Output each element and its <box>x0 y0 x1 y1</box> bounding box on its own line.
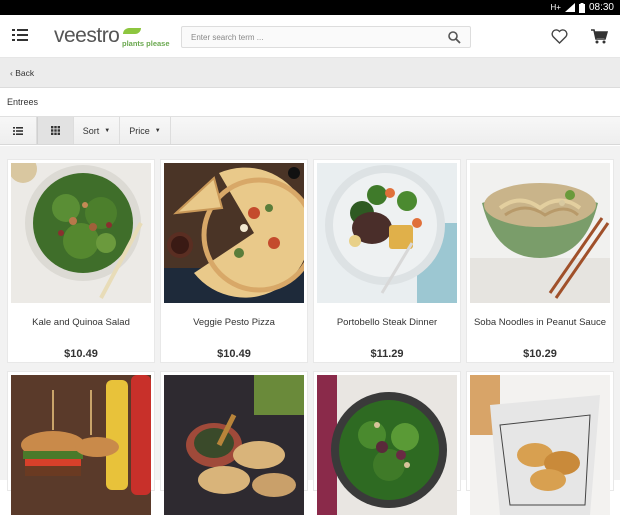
chevron-down-icon: ▼ <box>104 127 111 134</box>
price-dropdown[interactable]: Price ▼ <box>120 117 171 144</box>
product-image[interactable] <box>164 375 304 515</box>
product-card[interactable]: Kale and Quinoa Salad $10.49 <box>7 159 155 363</box>
product-name[interactable]: Soba Noodles in Peanut Sauce <box>467 317 613 328</box>
product-image[interactable] <box>11 163 151 303</box>
product-image[interactable] <box>164 163 304 303</box>
network-indicator: H+ <box>550 3 561 12</box>
sort-dropdown[interactable]: Sort ▼ <box>74 117 120 144</box>
leaf-icon <box>123 28 141 34</box>
sort-label: Sort <box>82 125 100 136</box>
search-box <box>181 26 471 48</box>
back-bar: ‹ Back <box>0 58 620 88</box>
signal-icon <box>564 3 575 12</box>
app-header: veestro plants please <box>0 15 620 58</box>
page-title: Entrees <box>7 97 39 107</box>
product-card[interactable] <box>7 371 155 515</box>
back-button[interactable]: ‹ Back <box>10 68 34 78</box>
search-input[interactable] <box>182 27 432 48</box>
product-price: $10.29 <box>523 348 557 360</box>
logo-text: veestro <box>54 24 120 47</box>
brand-logo[interactable]: veestro plants please <box>54 24 170 48</box>
list-view-button[interactable] <box>0 117 37 144</box>
battery-icon <box>578 2 585 13</box>
product-card[interactable] <box>160 371 308 515</box>
product-card[interactable]: Portobello Steak Dinner $11.29 <box>313 159 461 363</box>
grid-view-button[interactable] <box>37 117 74 144</box>
product-card[interactable]: Veggie Pesto Pizza $10.49 <box>160 159 308 363</box>
heart-icon[interactable] <box>551 29 568 44</box>
product-image[interactable] <box>317 375 457 515</box>
logo-tagline: plants please <box>122 39 170 48</box>
product-image[interactable] <box>11 375 151 515</box>
product-name[interactable]: Kale and Quinoa Salad <box>8 317 154 328</box>
search-icon[interactable] <box>448 31 461 44</box>
product-price: $11.29 <box>370 348 404 360</box>
product-grid: Kale and Quinoa Salad $10.49 Veggie Pest… <box>0 146 620 515</box>
chevron-down-icon: ▼ <box>154 127 161 134</box>
back-label: Back <box>15 68 35 78</box>
product-name[interactable]: Veggie Pesto Pizza <box>161 317 307 328</box>
status-bar: H+ 08:30 <box>0 0 620 15</box>
product-price: $10.49 <box>64 348 98 360</box>
product-image[interactable] <box>317 163 457 303</box>
clock: 08:30 <box>588 2 614 13</box>
grid-view-icon <box>51 126 60 135</box>
product-image[interactable] <box>470 375 610 515</box>
cart-icon[interactable] <box>591 29 608 44</box>
product-card[interactable] <box>313 371 461 515</box>
price-filter-label: Price <box>129 125 150 136</box>
product-name[interactable]: Portobello Steak Dinner <box>314 317 460 328</box>
product-card[interactable]: Soba Noodles in Peanut Sauce $10.29 <box>466 159 614 363</box>
list-view-icon <box>13 126 23 135</box>
menu-icon[interactable] <box>12 29 28 42</box>
product-price: $10.49 <box>217 348 251 360</box>
product-image[interactable] <box>470 163 610 303</box>
view-toolbar: Sort ▼ Price ▼ <box>0 116 620 145</box>
product-card[interactable] <box>466 371 614 515</box>
